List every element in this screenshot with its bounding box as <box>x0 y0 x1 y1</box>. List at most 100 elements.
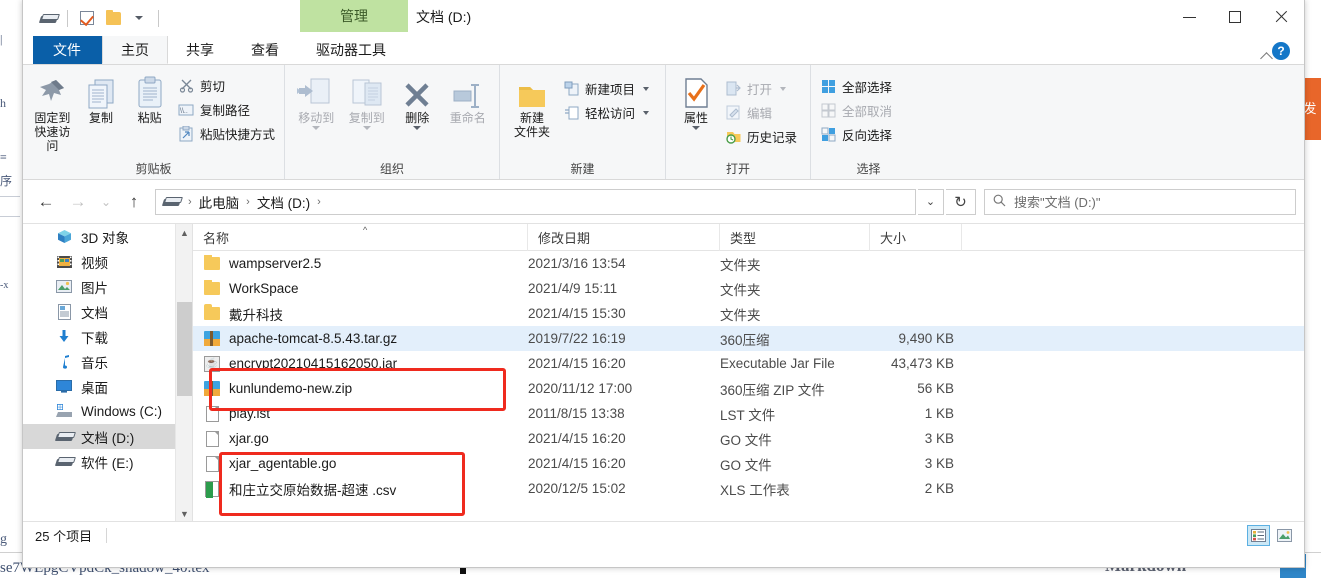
close-button[interactable] <box>1258 0 1304 34</box>
scroll-down-arrow-icon[interactable]: ▼ <box>176 505 192 521</box>
ribbon-group-select: 全部选择 全部取消 反向选择 选择 <box>811 65 926 179</box>
sidebar-item-windows-c[interactable]: Windows (C:) <box>23 399 192 424</box>
back-button[interactable]: ← <box>31 187 61 217</box>
file-name-cell: play.lst <box>193 405 528 423</box>
contextual-tab-group-label[interactable]: 管理 <box>300 0 408 32</box>
open-button[interactable]: 打开 <box>722 77 800 100</box>
ribbon-group-organize: 移动到 复制到 删除 重命名 组织 <box>285 65 500 179</box>
ribbon-group-new: 新建 文件夹 新建项目 轻松访问 新建 <box>500 65 666 179</box>
tab-view[interactable]: 查看 <box>233 36 298 64</box>
sidebar-item-documents-d[interactable]: 文档 (D:) <box>23 424 192 449</box>
easy-access-button[interactable]: 轻松访问 <box>560 101 652 124</box>
edit-button[interactable]: 编辑 <box>722 101 800 124</box>
cut-button[interactable]: 剪切 <box>175 74 278 97</box>
ribbon-group-title-organize: 组织 <box>379 162 404 176</box>
table-row[interactable]: wampserver2.5 2021/3/16 13:54 文件夹 <box>193 251 1304 276</box>
tab-share[interactable]: 共享 <box>168 36 233 64</box>
column-header-type[interactable]: 类型 <box>720 224 870 251</box>
new-folder-button[interactable]: 新建 文件夹 <box>506 71 558 139</box>
sidebar-item-videos[interactable]: 视频 <box>23 249 192 274</box>
invert-selection-button[interactable]: 反向选择 <box>817 123 895 146</box>
sidebar-item-3d-objects[interactable]: 3D 对象 <box>23 224 192 249</box>
table-row[interactable]: apache-tomcat-8.5.43.tar.gz 2019/7/22 16… <box>193 326 1304 351</box>
sidebar-item-documents[interactable]: 文档 <box>23 299 192 324</box>
tab-home[interactable]: 主页 <box>102 36 168 64</box>
recent-locations-button[interactable]: ⌄ <box>95 187 117 217</box>
properties-checkbox-icon[interactable] <box>74 6 100 30</box>
search-input[interactable]: 搜索"文档 (D:)" <box>984 188 1296 215</box>
paste-shortcut-button[interactable]: 粘贴快捷方式 <box>175 122 278 145</box>
title-bar: 管理 文档 (D:) <box>23 0 1304 36</box>
table-row[interactable]: kunlundemo-new.zip 2020/11/12 17:00 360压… <box>193 376 1304 401</box>
sidebar-item-label: 下载 <box>81 330 108 346</box>
table-row[interactable]: ☕ encrypt20210415162050.jar 2021/4/15 16… <box>193 351 1304 376</box>
paste-button[interactable]: 粘贴 <box>126 71 173 125</box>
chevron-down-icon[interactable] <box>126 6 152 30</box>
copy-to-button[interactable]: 复制到 <box>342 71 393 130</box>
folder-icon <box>203 304 221 323</box>
select-none-button[interactable]: 全部取消 <box>817 99 895 122</box>
invert-selection-icon <box>820 126 837 143</box>
select-all-button[interactable]: 全部选择 <box>817 75 895 98</box>
column-header-name[interactable]: 名称 <box>193 224 528 251</box>
navigation-pane-scrollbar[interactable]: ▲ ▼ <box>175 224 192 521</box>
forward-button[interactable]: → <box>63 187 93 217</box>
new-folder-icon[interactable] <box>100 6 126 30</box>
page-icon <box>203 405 221 423</box>
properties-button[interactable]: 属性 <box>672 71 720 130</box>
breadcrumb-drive-d[interactable]: 文档 (D:) <box>257 192 310 212</box>
table-row[interactable]: xjar.go 2021/4/15 16:20 GO 文件 3 KB <box>193 426 1304 451</box>
new-item-label: 新建项目 <box>585 83 636 97</box>
zip-icon <box>203 380 221 398</box>
table-row[interactable]: WorkSpace 2021/4/9 15:11 文件夹 <box>193 276 1304 301</box>
address-breadcrumb-bar[interactable]: › 此电脑 › 文档 (D:) › <box>155 188 916 215</box>
pin-to-quick-access-button[interactable]: 固定到 快速访问 <box>29 71 76 153</box>
file-name: kunlundemo-new.zip <box>229 381 353 396</box>
scrollbar-thumb[interactable] <box>177 302 192 396</box>
history-button[interactable]: 历史记录 <box>722 125 800 148</box>
move-to-button[interactable]: 移动到 <box>291 71 342 130</box>
file-date-cell: 2020/11/12 17:00 <box>528 381 633 396</box>
rename-button[interactable]: 重命名 <box>443 71 494 125</box>
pictures-icon <box>55 278 73 296</box>
file-name: 和庄立交原始数据-超速 .csv <box>229 482 397 498</box>
file-name-cell: 戴升科技 <box>193 304 528 324</box>
table-row[interactable]: 戴升科技 2021/4/15 15:30 文件夹 <box>193 301 1304 326</box>
column-header-size[interactable]: 大小 <box>870 224 962 251</box>
copy-to-label: 复制到 <box>348 111 385 125</box>
history-icon <box>725 128 742 145</box>
page-icon <box>203 430 221 448</box>
table-row[interactable]: xjar_agentable.go 2021/4/15 16:20 GO 文件 … <box>193 451 1304 476</box>
ribbon-group-title-select: 选择 <box>856 162 881 176</box>
sidebar-item-music[interactable]: 音乐 <box>23 349 192 374</box>
table-row[interactable]: play.lst 2011/8/15 13:38 LST 文件 1 KB <box>193 401 1304 426</box>
large-icons-view-icon[interactable] <box>1273 525 1296 546</box>
drive-icon[interactable] <box>35 6 61 30</box>
sidebar-item-desktop[interactable]: 桌面 <box>23 374 192 399</box>
file-list-pane: 名称 修改日期 类型 大小 ^ wampserver2.5 2021/3/16 … <box>193 224 1304 521</box>
help-icon[interactable]: ? <box>1272 41 1290 60</box>
scroll-up-arrow-icon[interactable]: ▲ <box>176 224 192 241</box>
copy-path-button[interactable]: \\.. 复制路径 <box>175 98 278 121</box>
ribbon: 固定到 快速访问 复制 粘贴 剪切 \\.. 复制路径 粘贴快捷方式 剪贴板 移… <box>23 65 1304 180</box>
column-header-date[interactable]: 修改日期 <box>528 224 720 251</box>
properties-label: 属性 <box>683 111 708 125</box>
cut-label: 剪切 <box>199 80 225 94</box>
background-fragment: h <box>0 96 6 110</box>
up-button[interactable]: ↑ <box>119 187 149 217</box>
sidebar-item-downloads[interactable]: 下载 <box>23 324 192 349</box>
details-view-icon[interactable] <box>1247 525 1270 546</box>
sidebar-item-pictures[interactable]: 图片 <box>23 274 192 299</box>
address-dropdown-button[interactable]: ⌄ <box>918 188 944 215</box>
maximize-button[interactable] <box>1212 0 1258 34</box>
breadcrumb-this-pc[interactable]: 此电脑 <box>199 192 240 212</box>
table-row[interactable]: 和庄立交原始数据-超速 .csv 2020/12/5 15:02 XLS 工作表… <box>193 476 1304 501</box>
tab-drive-tools[interactable]: 驱动器工具 <box>298 36 405 64</box>
refresh-button[interactable]: ↻ <box>946 188 976 215</box>
tab-file[interactable]: 文件 <box>33 36 102 64</box>
copy-button[interactable]: 复制 <box>78 71 125 125</box>
sidebar-item-software-e[interactable]: 软件 (E:) <box>23 449 192 474</box>
minimize-button[interactable] <box>1166 0 1212 34</box>
new-item-button[interactable]: 新建项目 <box>560 77 652 100</box>
delete-button[interactable]: 删除 <box>392 71 443 130</box>
